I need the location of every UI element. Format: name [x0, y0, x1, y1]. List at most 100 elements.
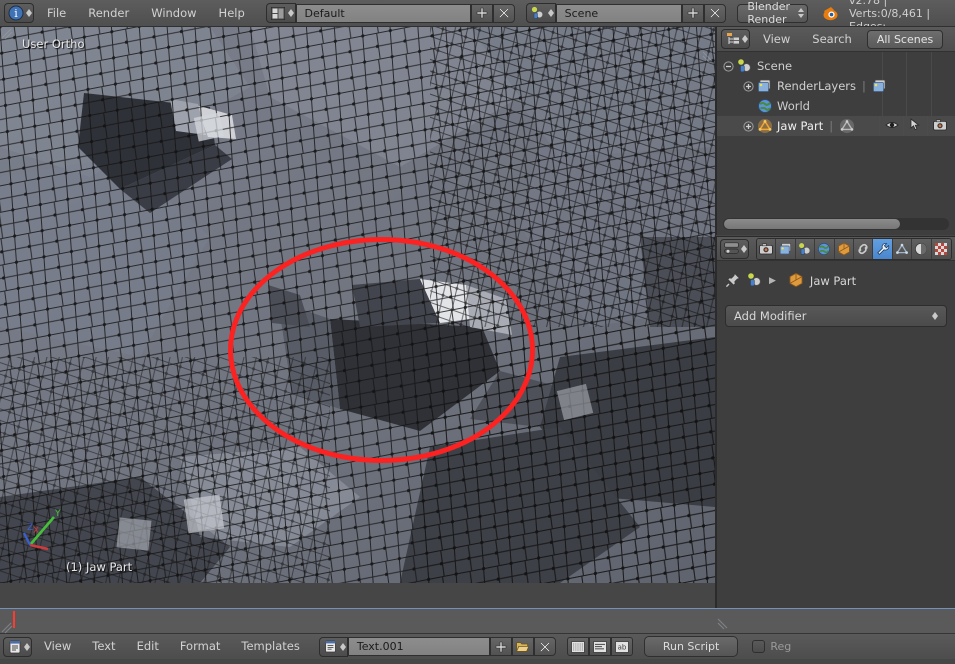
render-engine-selector[interactable]: Blender Render: [737, 0, 809, 26]
expand-plus-icon[interactable]: [743, 120, 754, 132]
render-layers-tab[interactable]: [776, 238, 796, 259]
pin-icon[interactable]: [725, 272, 741, 291]
outliner-header: View Search All Scenes: [717, 27, 955, 52]
properties-editor[interactable]: ▶ Jaw Part Add Modifier: [716, 236, 955, 633]
text-menu-format[interactable]: Format: [171, 637, 230, 656]
text-menu-view[interactable]: View: [35, 637, 80, 656]
3d-viewport[interactable]: User Ortho (1) Jaw Part Y Z X V: [0, 27, 715, 583]
render-engine-arrows[interactable]: [798, 8, 807, 18]
editor-type-arrows[interactable]: [26, 9, 32, 17]
world-tab[interactable]: [815, 238, 835, 259]
restrict-view-toggle[interactable]: [879, 116, 903, 136]
material-tab[interactable]: [912, 238, 932, 259]
delete-scene-button[interactable]: [703, 3, 726, 23]
mesh-data-icon[interactable]: [839, 118, 855, 134]
add-scene-button[interactable]: [681, 3, 704, 23]
outliner-menu-view[interactable]: View: [754, 30, 799, 49]
word-wrap-icon[interactable]: [588, 637, 611, 656]
editor-type-text-arrows[interactable]: [24, 642, 30, 651]
text-editor-body[interactable]: [0, 609, 955, 634]
constraints-tab[interactable]: [854, 238, 874, 259]
unlink-text-button[interactable]: [533, 637, 556, 656]
svg-text:i: i: [14, 7, 18, 20]
open-text-button[interactable]: [511, 637, 534, 656]
outliner-tree[interactable]: Scene RenderLayers | World Jaw Part |: [717, 52, 955, 136]
add-modifier-arrows[interactable]: [932, 312, 938, 320]
screen-layout-arrows[interactable]: [287, 9, 294, 17]
screen-layout-icon: [268, 6, 288, 20]
delete-screen-layout-button[interactable]: [492, 3, 515, 23]
text-datablock-browse[interactable]: [318, 636, 348, 657]
outliner-label-world: World: [777, 99, 810, 113]
menu-help[interactable]: Help: [210, 4, 254, 23]
editor-type-outliner-selector[interactable]: [721, 29, 750, 49]
modifiers-tab[interactable]: [873, 238, 893, 259]
scene-icon[interactable]: [747, 272, 763, 291]
text-cursor: [13, 611, 15, 628]
renderlayer-data-icon[interactable]: [872, 78, 888, 94]
outliner-row-renderlayers[interactable]: RenderLayers |: [717, 76, 955, 96]
add-screen-layout-button[interactable]: [470, 3, 493, 23]
scene-browse-arrows[interactable]: [547, 9, 554, 17]
editor-type-text-selector[interactable]: [3, 636, 32, 657]
syntax-highlight-icon[interactable]: ab: [610, 637, 633, 656]
text-datablock-arrows[interactable]: [339, 642, 346, 651]
text-datablock[interactable]: Text.001: [318, 636, 556, 657]
texture-tab[interactable]: [931, 238, 951, 259]
svg-text:ab: ab: [617, 643, 626, 651]
text-editor[interactable]: View Text Edit Format Templates Text.001: [0, 608, 955, 664]
register-checkbox-row[interactable]: Reg: [752, 640, 791, 653]
outliner-display-mode[interactable]: All Scenes: [866, 29, 944, 49]
text-menu-edit[interactable]: Edit: [128, 637, 168, 656]
screen-layout-browse[interactable]: [265, 3, 296, 23]
screen-layout-datablock[interactable]: Default: [265, 3, 515, 23]
properties-tab-strip: [756, 237, 952, 260]
run-script-button[interactable]: Run Script: [643, 636, 739, 657]
editor-type-info-selector[interactable]: i: [4, 3, 34, 23]
restrict-render-toggle[interactable]: [927, 116, 951, 136]
status-text: v2.78 | Verts:0/8,461 | Edges:: [849, 0, 931, 27]
scene-icon: [528, 6, 548, 20]
world-icon: [757, 98, 773, 114]
screen-layout-name[interactable]: Default: [295, 3, 471, 23]
text-menu-templates[interactable]: Templates: [232, 637, 308, 656]
object-icon[interactable]: [788, 272, 804, 291]
area-grip-top-right[interactable]: [702, 51, 714, 63]
register-checkbox[interactable]: [752, 640, 766, 653]
text-editor-header: View Text Edit Format Templates Text.001: [0, 618, 955, 659]
expand-plus-icon[interactable]: [743, 80, 754, 92]
editor-type-properties-selector[interactable]: [720, 238, 749, 259]
restrict-select-toggle[interactable]: [903, 116, 927, 136]
object-data-tab[interactable]: [892, 238, 913, 259]
object-tab[interactable]: [834, 238, 855, 259]
outliner-horizontal-scrollbar[interactable]: [723, 218, 949, 230]
outliner-row-jaw-part[interactable]: Jaw Part |: [717, 116, 955, 136]
scene-datablock[interactable]: Scene: [525, 3, 726, 23]
area-splitter-vertical[interactable]: [715, 27, 716, 608]
text-datablock-name[interactable]: Text.001: [347, 637, 490, 656]
outliner-row-world[interactable]: World: [717, 96, 955, 116]
add-modifier-label: Add Modifier: [734, 309, 807, 323]
menu-file[interactable]: File: [38, 4, 75, 23]
window-header: i File Render Window Help Default Scene …: [0, 0, 955, 27]
menu-render[interactable]: Render: [79, 4, 138, 23]
render-tab[interactable]: [757, 238, 777, 259]
outliner-editor[interactable]: View Search All Scenes Scene RenderLayer…: [716, 27, 955, 235]
camera-icon: [932, 119, 947, 134]
area-grip-top-left[interactable]: [1, 28, 13, 40]
text-menu-text[interactable]: Text: [83, 637, 124, 656]
outliner-scrollbar-thumb[interactable]: [724, 219, 901, 229]
scene-browse[interactable]: [525, 3, 556, 23]
outliner-menu-search[interactable]: Search: [803, 30, 861, 49]
line-numbers-icon[interactable]: [566, 637, 589, 656]
scene-tab[interactable]: [795, 238, 816, 259]
editor-type-outliner-arrows[interactable]: [742, 35, 748, 43]
outliner-row-scene[interactable]: Scene: [717, 56, 955, 76]
editor-type-properties-arrows[interactable]: [741, 244, 747, 253]
menu-window[interactable]: Window: [142, 4, 205, 23]
area-grip-bottom-left[interactable]: [1, 622, 13, 634]
expand-minus-icon[interactable]: [723, 60, 734, 72]
new-text-button[interactable]: [489, 637, 512, 656]
add-modifier-button[interactable]: Add Modifier: [725, 305, 947, 327]
scene-name-field[interactable]: Scene: [555, 3, 682, 23]
